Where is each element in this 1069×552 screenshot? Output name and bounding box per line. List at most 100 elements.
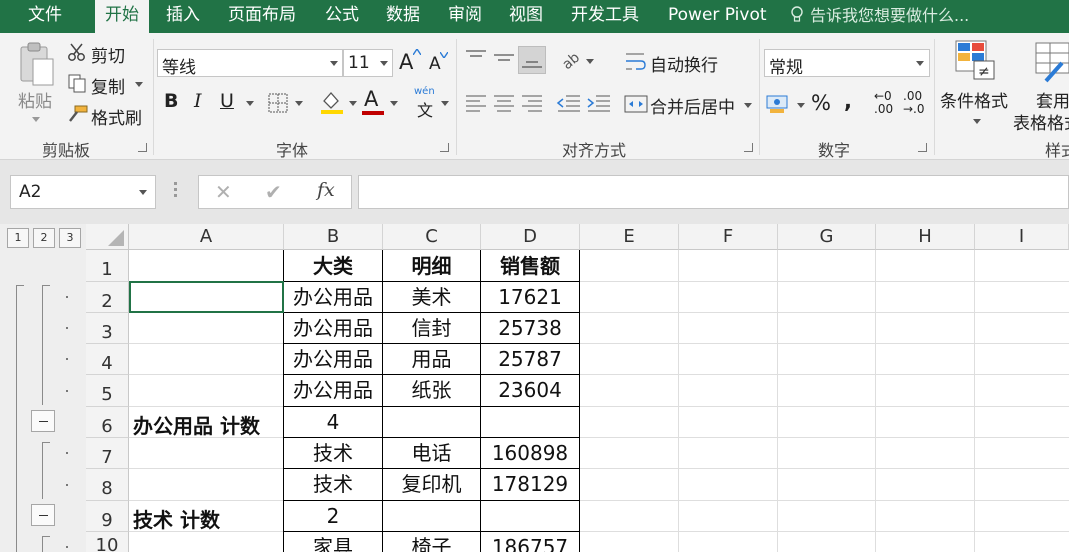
cell-b2[interactable]: 办公用品 bbox=[284, 282, 382, 313]
row-header-7[interactable]: 7 bbox=[86, 438, 129, 469]
align-left-icon[interactable] bbox=[464, 93, 488, 115]
row-header-9[interactable]: 9 bbox=[86, 501, 129, 532]
cell-d7[interactable]: 160898 bbox=[481, 438, 579, 469]
paste-icon[interactable] bbox=[18, 41, 58, 91]
phonetic-guide-button[interactable]: 文 bbox=[417, 97, 433, 121]
outline-level-1-button[interactable]: 1 bbox=[7, 228, 29, 248]
clipboard-launcher-icon[interactable] bbox=[138, 143, 147, 152]
cell-d10[interactable]: 186757 bbox=[481, 532, 579, 552]
cell-c7[interactable]: 电话 bbox=[383, 438, 480, 469]
formula-input[interactable] bbox=[358, 175, 1069, 209]
borders-dropdown[interactable] bbox=[295, 101, 303, 106]
column-header-d[interactable]: D bbox=[481, 224, 580, 250]
fill-color-dropdown[interactable] bbox=[349, 101, 357, 106]
row-header-1[interactable]: 1 bbox=[86, 250, 129, 282]
decrease-font-button[interactable]: A bbox=[429, 54, 441, 74]
cell-d1[interactable]: 销售额 bbox=[481, 251, 579, 282]
font-name-select[interactable]: 等线 bbox=[157, 49, 343, 78]
increase-decimal-button[interactable]: ←0.00 bbox=[874, 90, 893, 116]
wrap-text-button[interactable]: 自动换行 bbox=[650, 51, 718, 76]
underline-button[interactable]: U bbox=[220, 90, 234, 112]
cell-c4[interactable]: 用品 bbox=[383, 344, 480, 375]
paste-dropdown[interactable] bbox=[32, 117, 40, 122]
cell-d5[interactable]: 23604 bbox=[481, 375, 579, 406]
tab-file[interactable]: 文件 bbox=[28, 0, 62, 33]
row-header-10[interactable]: 10 bbox=[86, 532, 129, 552]
cell-d4[interactable]: 25787 bbox=[481, 344, 579, 375]
merge-center-button[interactable]: 合并后居中 bbox=[650, 93, 735, 118]
tab-formulas[interactable]: 公式 bbox=[325, 0, 359, 33]
insert-function-icon[interactable]: fx bbox=[317, 179, 335, 201]
row-header-6[interactable]: 6 bbox=[86, 407, 129, 438]
selected-cell-a2[interactable] bbox=[129, 281, 284, 313]
column-header-f[interactable]: F bbox=[679, 224, 778, 250]
column-header-g[interactable]: G bbox=[778, 224, 876, 250]
fill-color-icon[interactable] bbox=[320, 89, 344, 115]
cell-b5[interactable]: 办公用品 bbox=[284, 375, 382, 406]
cell-c3[interactable]: 信封 bbox=[383, 313, 480, 344]
cell-d8[interactable]: 178129 bbox=[481, 469, 579, 500]
font-color-dropdown[interactable] bbox=[390, 101, 398, 106]
collapse-group-button[interactable] bbox=[31, 504, 55, 526]
increase-font-button[interactable]: A bbox=[399, 50, 413, 74]
increase-indent-icon[interactable] bbox=[586, 93, 612, 115]
cell-d3[interactable]: 25738 bbox=[481, 313, 579, 344]
tab-data[interactable]: 数据 bbox=[386, 0, 420, 33]
copy-dropdown[interactable] bbox=[135, 82, 143, 87]
comma-style-button[interactable]: , bbox=[844, 89, 852, 113]
column-header-c[interactable]: C bbox=[383, 224, 481, 250]
decrease-decimal-button[interactable]: .00 →.0 bbox=[903, 90, 925, 116]
borders-icon[interactable] bbox=[268, 93, 290, 113]
cell-b8[interactable]: 技术 bbox=[284, 469, 382, 500]
tab-power-pivot[interactable]: Power Pivot bbox=[668, 0, 767, 33]
merge-dropdown[interactable] bbox=[744, 103, 752, 108]
italic-button[interactable]: I bbox=[194, 90, 202, 112]
cell-a9[interactable]: 技术 计数 bbox=[133, 505, 283, 536]
font-size-select[interactable]: 11 bbox=[343, 49, 393, 77]
cell-a6[interactable]: 办公用品 计数 bbox=[133, 411, 283, 442]
orientation-icon[interactable]: ab bbox=[560, 49, 586, 71]
cell-b7[interactable]: 技术 bbox=[284, 438, 382, 469]
column-header-i[interactable]: I bbox=[975, 224, 1069, 250]
column-header-a[interactable]: A bbox=[129, 224, 284, 250]
paste-button[interactable]: 粘贴 bbox=[18, 87, 52, 112]
row-header-3[interactable]: 3 bbox=[86, 313, 129, 344]
cell-c8[interactable]: 复印机 bbox=[383, 469, 480, 500]
conditional-formatting-button[interactable]: 条件格式 bbox=[940, 87, 1008, 112]
number-launcher-icon[interactable] bbox=[918, 143, 927, 152]
tab-page-layout[interactable]: 页面布局 bbox=[228, 0, 296, 33]
format-as-table-icon[interactable] bbox=[1034, 41, 1069, 83]
select-all-button[interactable] bbox=[86, 224, 129, 250]
underline-dropdown[interactable] bbox=[246, 101, 254, 106]
font-launcher-icon[interactable] bbox=[440, 143, 449, 152]
bold-button[interactable]: B bbox=[164, 90, 178, 112]
cell-c2[interactable]: 美术 bbox=[383, 282, 480, 313]
accounting-format-icon[interactable] bbox=[766, 93, 792, 115]
cell-b1[interactable]: 大类 bbox=[284, 251, 382, 282]
decrease-indent-icon[interactable] bbox=[556, 93, 582, 115]
cell-c1[interactable]: 明细 bbox=[383, 251, 480, 282]
column-header-b[interactable]: B bbox=[284, 224, 383, 250]
cell-b10[interactable]: 家具 bbox=[284, 532, 382, 552]
tell-me-search[interactable]: 告诉我您想要做什么... bbox=[790, 0, 969, 33]
row-header-5[interactable]: 5 bbox=[86, 375, 129, 407]
cancel-icon[interactable]: ✕ bbox=[215, 180, 232, 204]
tab-home[interactable]: 开始 bbox=[95, 0, 149, 34]
align-center-icon[interactable] bbox=[492, 93, 516, 115]
cell-b3[interactable]: 办公用品 bbox=[284, 313, 382, 344]
cell-d2[interactable]: 17621 bbox=[481, 282, 579, 313]
enter-icon[interactable]: ✔ bbox=[265, 180, 282, 204]
name-box[interactable]: A2 bbox=[10, 175, 156, 209]
cell-b4[interactable]: 办公用品 bbox=[284, 344, 382, 375]
align-right-icon[interactable] bbox=[520, 93, 544, 115]
cell-b6[interactable]: 4 bbox=[284, 407, 382, 438]
align-top-icon[interactable] bbox=[464, 49, 488, 67]
row-header-8[interactable]: 8 bbox=[86, 469, 129, 501]
outline-level-2-button[interactable]: 2 bbox=[33, 228, 55, 248]
cell-c10[interactable]: 椅子 bbox=[383, 532, 480, 552]
format-painter-button[interactable]: 格式刷 bbox=[91, 104, 142, 129]
accounting-dropdown[interactable] bbox=[797, 103, 805, 108]
number-format-select[interactable]: 常规 bbox=[764, 49, 930, 78]
font-color-button[interactable]: A bbox=[364, 87, 378, 111]
tab-developer[interactable]: 开发工具 bbox=[571, 0, 639, 33]
